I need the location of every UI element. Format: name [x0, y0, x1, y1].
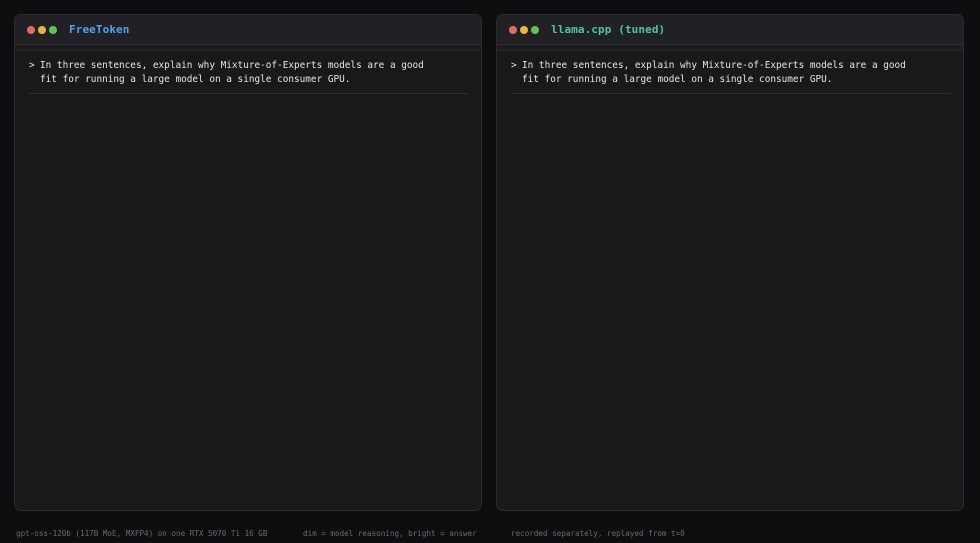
close-window-icon[interactable]	[509, 25, 517, 34]
minimize-window-icon[interactable]	[520, 25, 528, 34]
terminal-pane-llamacpp: llama.cpp (tuned) > In three sentences, …	[496, 14, 964, 511]
maximize-window-icon[interactable]	[49, 25, 57, 34]
terminal-output: > In three sentences, explain why Mixtur…	[497, 51, 963, 94]
close-window-icon[interactable]	[27, 25, 35, 34]
window-titlebar: FreeToken	[15, 15, 481, 45]
prompt-divider	[29, 93, 469, 94]
pane-title: FreeToken	[69, 23, 130, 36]
footer-legend: dim = model reasoning, bright = answer	[303, 529, 477, 538]
prompt-text: In three sentences, explain why Mixture-…	[40, 59, 440, 87]
prompt-divider	[511, 93, 951, 94]
terminal-pane-freetoken: FreeToken > In three sentences, explain …	[14, 14, 482, 511]
minimize-window-icon[interactable]	[38, 25, 46, 34]
prompt-caret: >	[511, 60, 517, 71]
maximize-window-icon[interactable]	[531, 25, 539, 34]
footer-model-info: gpt-oss-120b (117B MoE, MXFP4) on one RT…	[16, 529, 268, 538]
prompt-caret: >	[29, 60, 35, 71]
window-titlebar: llama.cpp (tuned)	[497, 15, 963, 45]
comparison-stage: FreeToken > In three sentences, explain …	[0, 0, 980, 543]
prompt-line-2: fit for running a large model on a singl…	[40, 74, 351, 85]
prompt-line-2: fit for running a large model on a singl…	[522, 74, 833, 85]
prompt-block: > In three sentences, explain why Mixtur…	[29, 59, 467, 87]
prompt-line-1: In three sentences, explain why Mixture-…	[522, 60, 906, 71]
terminal-output: > In three sentences, explain why Mixtur…	[15, 51, 481, 94]
prompt-line-1: In three sentences, explain why Mixture-…	[40, 60, 424, 71]
prompt-text: In three sentences, explain why Mixture-…	[522, 59, 922, 87]
prompt-block: > In three sentences, explain why Mixtur…	[511, 59, 949, 87]
footer-note: recorded separately, replayed from t=0	[511, 529, 685, 538]
pane-title: llama.cpp (tuned)	[551, 23, 666, 36]
